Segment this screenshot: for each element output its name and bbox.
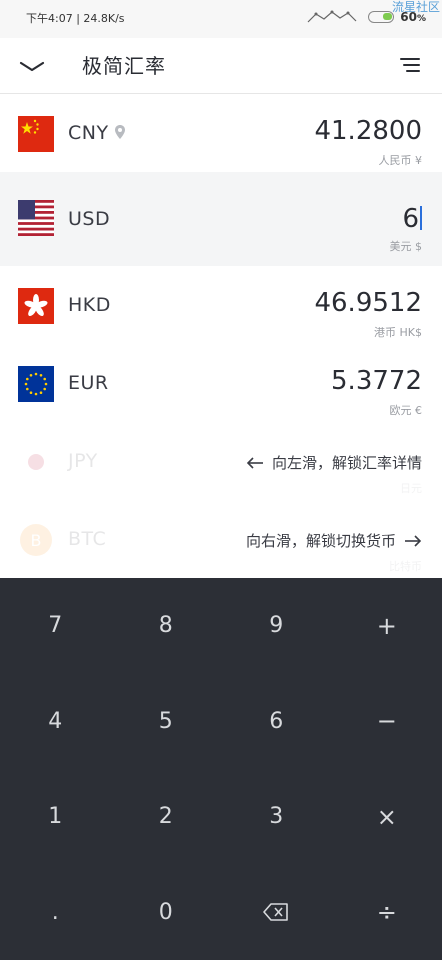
- key-0[interactable]: 0: [111, 865, 222, 960]
- key-7[interactable]: 7: [0, 578, 111, 674]
- currency-code: JPY: [68, 450, 98, 472]
- currency-name: 欧元 €: [389, 404, 423, 417]
- currency-row-hkd[interactable]: HKD 46.9512 港币 HK$: [0, 266, 442, 344]
- menu-button[interactable]: [396, 51, 424, 79]
- currency-row-cny[interactable]: CNY 41.2800 人民币 ¥: [0, 94, 442, 172]
- currency-name: 美元 $: [389, 240, 423, 253]
- currency-row-usd[interactable]: USD 6 美元 $: [0, 172, 442, 266]
- currency-amount: 46.9512: [314, 288, 422, 318]
- svg-text:B: B: [31, 531, 42, 550]
- swipe-left-text: 向左滑，解锁汇率详情: [271, 454, 422, 472]
- key-2[interactable]: 2: [111, 769, 222, 865]
- currency-name: 人民币 ¥: [378, 154, 423, 167]
- key-backspace[interactable]: [221, 865, 332, 960]
- currency-name: 比特币: [389, 560, 422, 573]
- arrow-right-icon: [405, 534, 422, 547]
- currency-code: BTC: [68, 528, 107, 550]
- key-3[interactable]: 3: [221, 769, 332, 865]
- currency-code: EUR: [68, 372, 109, 394]
- page-title: 极简汇率: [82, 54, 166, 78]
- cn-flag-icon: [18, 116, 54, 152]
- location-icon: [115, 125, 125, 139]
- collapse-button[interactable]: [16, 52, 48, 80]
- battery-icon: [368, 11, 395, 23]
- key-1[interactable]: 1: [0, 769, 111, 865]
- currency-name: 日元: [400, 482, 422, 495]
- signal-icon: [307, 10, 357, 23]
- status-bar: 下午4:07 | 24.8K/s 60% 流星社区: [0, 0, 442, 38]
- currency-row-btc[interactable]: B BTC 比特币 向右滑，解锁切换货币: [0, 500, 442, 578]
- backspace-icon: [263, 903, 289, 922]
- key-divide[interactable]: ÷: [332, 865, 442, 960]
- currency-amount-input[interactable]: 6: [402, 204, 422, 234]
- key-8[interactable]: 8: [111, 578, 222, 674]
- hk-flag-icon: [18, 288, 54, 324]
- arrow-left-icon: [246, 456, 263, 469]
- status-time-speed: 下午4:07 | 24.8K/s: [26, 12, 125, 25]
- key-4[interactable]: 4: [0, 674, 111, 770]
- currency-amount: 41.2800: [314, 116, 422, 146]
- swipe-left-hint: 向左滑，解锁汇率详情: [246, 452, 422, 473]
- currency-code: CNY: [68, 122, 109, 144]
- key-6[interactable]: 6: [221, 674, 332, 770]
- currency-row-eur[interactable]: EUR 5.3772 欧元 €: [0, 344, 442, 422]
- currency-row-jpy[interactable]: JPY 日元 向左滑，解锁汇率详情: [0, 422, 442, 500]
- key-decimal[interactable]: .: [0, 865, 111, 960]
- key-5[interactable]: 5: [111, 674, 222, 770]
- key-minus[interactable]: −: [332, 674, 442, 770]
- text-cursor: [420, 206, 422, 230]
- key-9[interactable]: 9: [221, 578, 332, 674]
- key-multiply[interactable]: ×: [332, 769, 442, 865]
- chevron-down-icon: [19, 61, 45, 72]
- key-plus[interactable]: +: [332, 578, 442, 674]
- keypad: 7 8 9 + 4 5 6 − 1 2 3 × . 0 ÷: [0, 578, 442, 960]
- currency-code: USD: [68, 208, 111, 230]
- watermark: 流星社区: [391, 0, 440, 14]
- btc-icon: B: [20, 524, 52, 556]
- jp-flag-icon: [18, 444, 54, 480]
- app-header: 极简汇率: [0, 38, 442, 94]
- swipe-right-text: 向右滑，解锁切换货币: [245, 532, 396, 550]
- menu-icon: [400, 58, 420, 72]
- currency-name: 港币 HK$: [374, 326, 422, 339]
- eu-flag-icon: [18, 366, 54, 402]
- currency-code: HKD: [68, 294, 111, 316]
- swipe-right-hint: 向右滑，解锁切换货币: [246, 530, 422, 551]
- currency-amount: 5.3772: [331, 366, 422, 396]
- us-flag-icon: [18, 200, 54, 236]
